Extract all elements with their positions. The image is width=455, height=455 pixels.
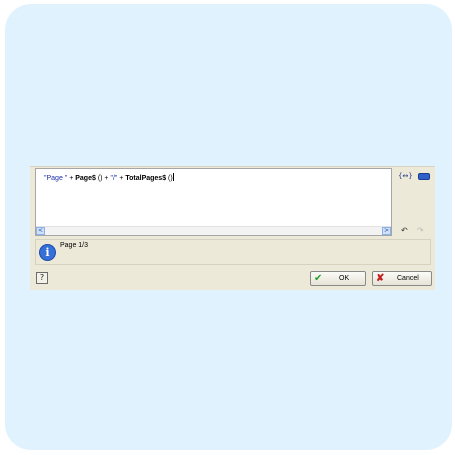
checkmark-icon: ✔ xyxy=(314,273,323,284)
horizontal-scrollbar[interactable]: < > xyxy=(36,226,391,235)
function-totalpages: TotalPages$ xyxy=(125,175,167,182)
ok-label: OK xyxy=(339,275,350,282)
scroll-left-button[interactable]: < xyxy=(36,227,45,235)
expression-text[interactable]: "Page " + Page$ () + "/" + TotalPages$ (… xyxy=(44,173,174,182)
result-text: Page 1/3 xyxy=(60,242,89,249)
braces-icon[interactable]: {↔} xyxy=(398,172,413,180)
cancel-button[interactable]: ✘ Cancel xyxy=(372,271,432,286)
cancel-label: Cancel xyxy=(397,275,419,282)
expression-editor[interactable]: "Page " + Page$ () + "/" + TotalPages$ (… xyxy=(35,168,392,236)
expression-dialog: "Page " + Page$ () + "/" + TotalPages$ (… xyxy=(30,166,435,290)
keyboard-icon[interactable] xyxy=(418,173,430,180)
cross-icon: ✘ xyxy=(376,273,385,284)
scroll-right-button[interactable]: > xyxy=(382,227,391,235)
help-button[interactable]: ? xyxy=(36,272,48,284)
undo-icon[interactable]: ↶ xyxy=(401,226,408,235)
result-panel: i Page 1/3 xyxy=(35,239,431,265)
redo-icon[interactable]: ↷ xyxy=(417,226,424,235)
info-icon: i xyxy=(39,244,56,261)
ok-button[interactable]: ✔ OK xyxy=(310,271,366,286)
text-caret xyxy=(172,173,174,181)
string-literal-page: "Page " xyxy=(44,175,68,182)
function-page: Page$ xyxy=(75,175,96,182)
